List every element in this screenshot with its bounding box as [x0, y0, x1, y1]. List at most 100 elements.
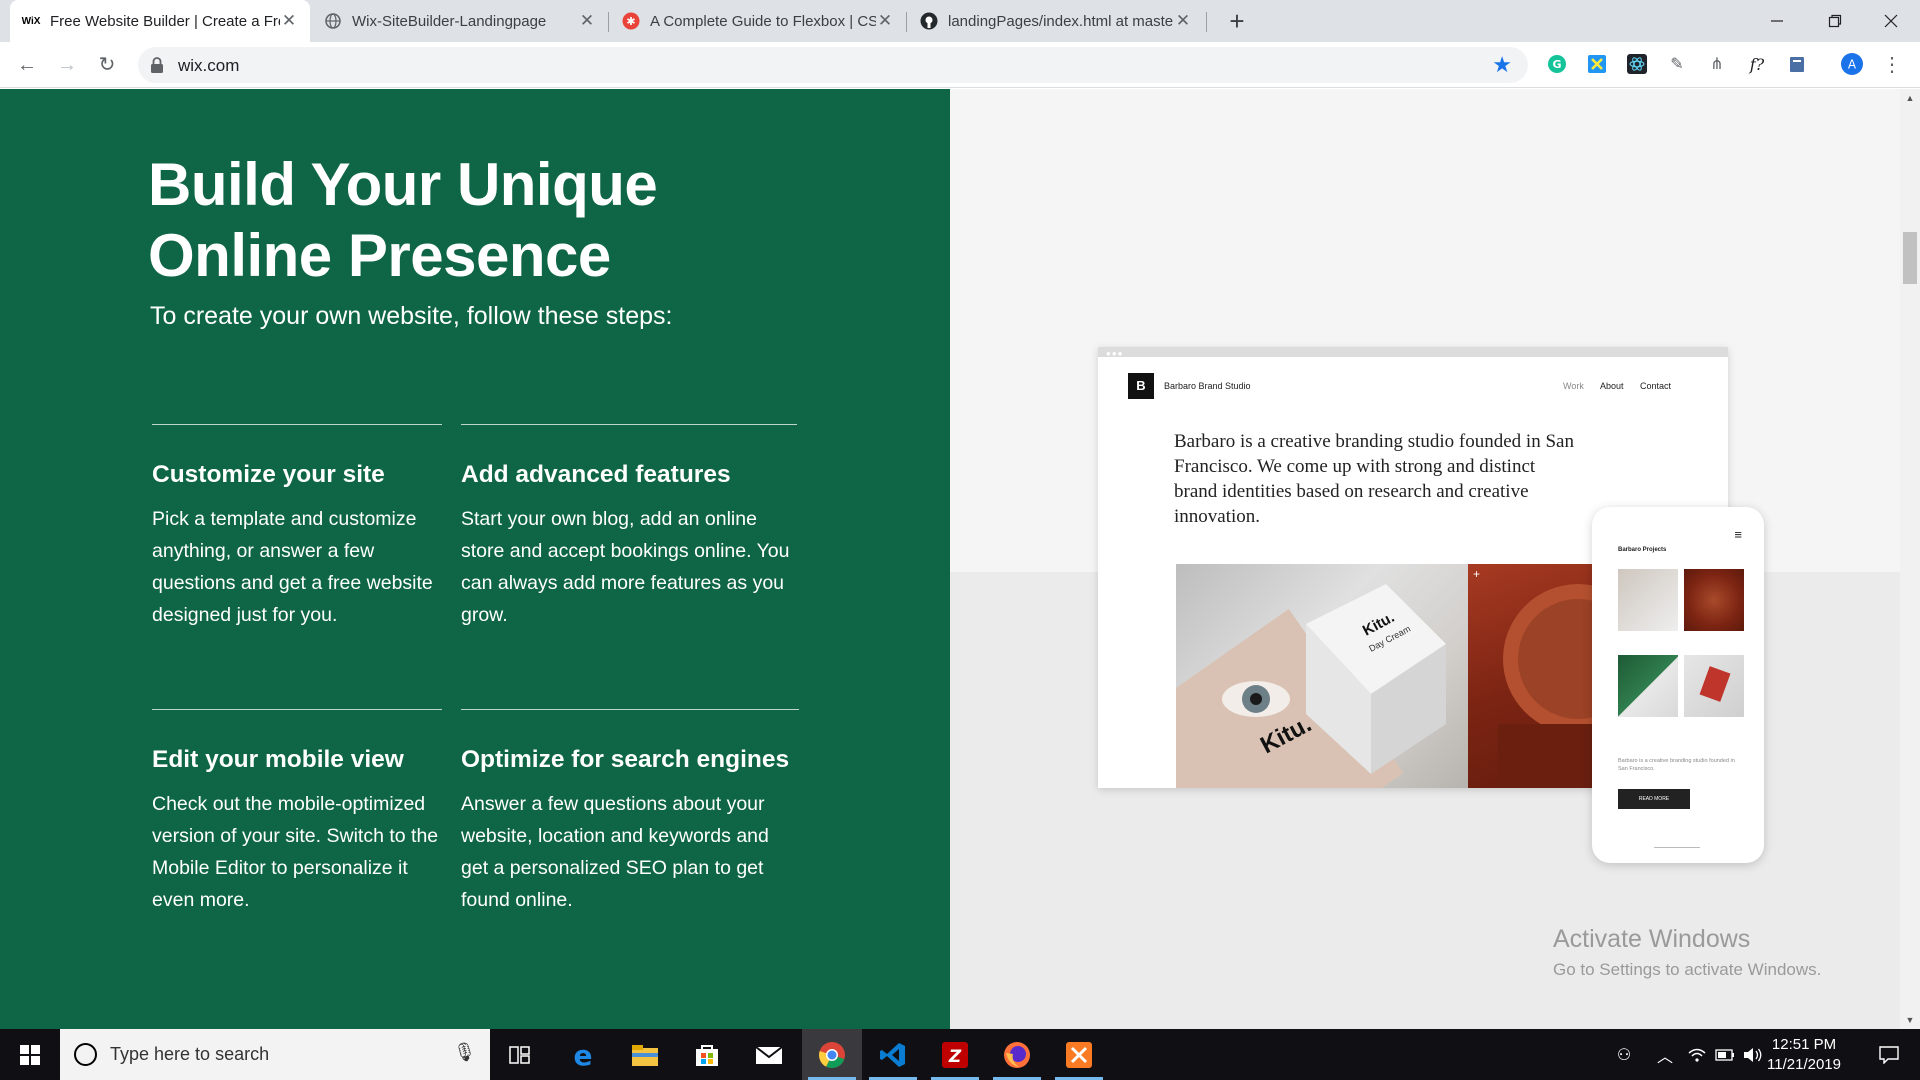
grammarly-icon[interactable]: G	[1545, 52, 1569, 76]
watermark-subtitle: Go to Settings to activate Windows.	[1553, 960, 1822, 979]
windows-start-icon[interactable]	[0, 1029, 60, 1080]
bookmark-star-icon[interactable]: ★	[1492, 52, 1512, 78]
phone-thumb-speaker	[1684, 569, 1744, 631]
browser-tab-strip: WiX Free Website Builder | Create a Free…	[0, 0, 1920, 42]
page-scrollbar[interactable]: ▲ ▼	[1900, 89, 1920, 1029]
tab-title: landingPages/index.html at master	[948, 12, 1174, 30]
tab-css-tricks[interactable]: ✱ A Complete Guide to Flexbox | CSS-Tric…	[610, 0, 906, 42]
watermark-title: Activate Windows	[1553, 925, 1751, 953]
divider	[461, 709, 799, 710]
action-center-icon[interactable]	[1864, 1029, 1914, 1080]
taskbar-search-box[interactable]: Type here to search 🎙	[60, 1029, 490, 1080]
search-placeholder: Type here to search	[110, 1044, 270, 1064]
people-icon[interactable]: ⚇	[1606, 1029, 1642, 1080]
hero-title-line-2: Online Presence	[148, 222, 611, 289]
feature-advanced: Add advanced features Start your own blo…	[461, 424, 797, 631]
phone-title: Barbaro Projects	[1618, 547, 1667, 553]
microphone-icon[interactable]: 🎙	[453, 1042, 476, 1063]
mockup-nav-contact: Contact	[1640, 381, 1672, 391]
menu-kebab-icon[interactable]: ⋮	[1880, 52, 1904, 76]
chrome-taskbar-icon[interactable]	[802, 1029, 862, 1080]
mail-icon[interactable]	[739, 1029, 799, 1080]
xampp-icon[interactable]	[1049, 1029, 1109, 1080]
plus-icon: +	[1473, 567, 1481, 581]
hero-subtitle: To create your own website, follow these…	[150, 302, 673, 330]
kitu-product-image: Kitu. Day Cream Kitu.	[1176, 564, 1468, 788]
clock-time: 12:51 PM	[1771, 1036, 1837, 1053]
green-info-panel: Build Your Unique Online Presence To cre…	[0, 89, 950, 1029]
close-window-icon[interactable]	[1862, 0, 1920, 42]
extension-tree-icon[interactable]: ⋔	[1705, 52, 1729, 76]
page-content: Build Your Unique Online Presence To cre…	[0, 89, 1920, 1029]
taskbar-clock[interactable]: 12:51 PM 11/21/2019	[1754, 1035, 1854, 1075]
back-arrow-icon[interactable]: ←	[12, 50, 42, 80]
tab-separator	[608, 12, 609, 32]
phone-thumb-kitu	[1618, 569, 1678, 631]
filezilla-icon[interactable]: Z	[925, 1029, 985, 1080]
tab-separator	[1206, 12, 1207, 32]
mockup-browser-bar: ●●●	[1098, 347, 1728, 358]
reload-icon[interactable]: ↻	[92, 50, 122, 80]
wix-icon: WiX	[21, 15, 41, 27]
new-tab-button[interactable]: +	[1222, 6, 1252, 36]
cortana-icon	[74, 1043, 97, 1066]
show-hidden-icons-chevron-icon[interactable]: ︿	[1650, 1029, 1680, 1080]
edge-icon[interactable]: e	[553, 1029, 613, 1080]
close-icon[interactable]: ✕	[876, 11, 894, 31]
phone-thumb-green	[1618, 655, 1678, 717]
feature-mobile: Edit your mobile view Check out the mobi…	[152, 709, 442, 916]
close-icon[interactable]: ✕	[578, 11, 596, 31]
clock-date: 11/21/2019	[1767, 1056, 1841, 1073]
hero-title: Build Your Unique Online Presence	[148, 149, 848, 291]
firefox-icon[interactable]	[987, 1029, 1047, 1080]
scroll-up-icon[interactable]: ▲	[1900, 93, 1920, 103]
eyedropper-icon[interactable]: ✎	[1665, 52, 1689, 76]
feature-text: Pick a template and customize anything, …	[152, 508, 433, 626]
tab-title: Wix-SiteBuilder-Landingpage	[352, 12, 547, 30]
mockup-brand: Barbaro Brand Studio	[1164, 381, 1251, 391]
restore-icon[interactable]	[1806, 0, 1864, 42]
github-icon	[920, 12, 938, 30]
tab-github[interactable]: landingPages/index.html at master ✕	[908, 0, 1204, 42]
url-text: wix.com	[178, 56, 240, 75]
mockup-nav-work: Work	[1563, 381, 1584, 391]
extension-blue-icon[interactable]	[1585, 52, 1609, 76]
feature-title: Add advanced features	[461, 461, 731, 488]
extension-doc-icon[interactable]	[1785, 52, 1809, 76]
mockup-nav-about: About	[1600, 381, 1624, 391]
hero-title-line-1: Build Your Unique	[148, 151, 658, 218]
phone-thumb-red	[1684, 655, 1744, 717]
profile-avatar[interactable]: A	[1840, 52, 1864, 76]
divider	[152, 424, 442, 425]
tab-wix[interactable]: WiX Free Website Builder | Create a Free…	[10, 0, 310, 42]
feature-seo: Optimize for search engines Answer a few…	[461, 709, 799, 916]
hamburger-menu-icon: ≡	[1734, 527, 1742, 542]
react-devtools-icon[interactable]	[1625, 52, 1649, 76]
vscode-icon[interactable]	[863, 1029, 923, 1080]
divider	[152, 709, 442, 710]
phone-read-more-button: READ MORE	[1618, 789, 1690, 809]
microsoft-store-icon[interactable]	[677, 1029, 737, 1080]
minimize-icon[interactable]	[1748, 0, 1806, 42]
formula-icon[interactable]: f?	[1745, 52, 1769, 76]
tab-wix-sitebuilder[interactable]: Wix-SiteBuilder-Landingpage ✕	[312, 0, 608, 42]
address-bar[interactable]: wix.com ★	[138, 47, 1528, 83]
scroll-thumb[interactable]	[1903, 232, 1917, 284]
task-view-icon[interactable]	[490, 1029, 550, 1080]
close-icon[interactable]: ✕	[1174, 11, 1192, 31]
windows-taskbar: Type here to search 🎙 e Z ⚇ ︿ 12:51 PM 1…	[0, 1029, 1920, 1080]
file-explorer-icon[interactable]	[615, 1029, 675, 1080]
mobile-site-mockup: ≡ Barbaro Projects Barbaro is a creative…	[1592, 507, 1764, 863]
scroll-down-icon[interactable]: ▼	[1900, 1015, 1920, 1025]
activate-windows-watermark: Activate Windows Go to Settings to activ…	[1553, 925, 1821, 980]
svg-text:e: e	[574, 1041, 593, 1069]
feature-text: Start your own blog, add an online store…	[461, 508, 790, 626]
svg-text:A: A	[1848, 58, 1857, 72]
svg-text:✱: ✱	[626, 15, 635, 28]
close-icon[interactable]: ✕	[280, 11, 298, 31]
feature-title: Edit your mobile view	[152, 746, 404, 773]
forward-arrow-icon[interactable]: →	[52, 50, 82, 80]
battery-icon[interactable]	[1712, 1029, 1738, 1080]
wifi-icon[interactable]	[1682, 1029, 1712, 1080]
feature-title: Optimize for search engines	[461, 746, 790, 773]
